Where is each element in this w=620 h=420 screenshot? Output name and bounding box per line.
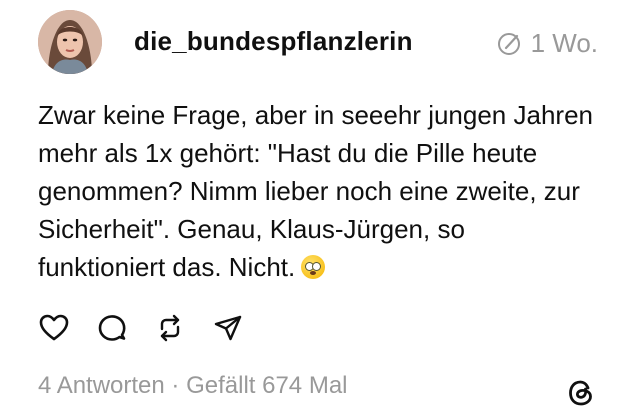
comment-icon (98, 315, 126, 341)
share-icon (214, 315, 242, 341)
username[interactable]: die_bundespflanzlerin (134, 26, 413, 57)
post-meta: 1 Wo. (497, 28, 598, 59)
threads-logo-icon (569, 380, 592, 406)
edited-icon (497, 32, 520, 55)
post-stats[interactable]: 4 Antworten · Gefällt 674 Mal (38, 372, 348, 400)
avatar-image (38, 10, 102, 74)
share-button[interactable] (212, 312, 244, 344)
post-body: Zwar keine Frage, aber in seeehr jungen … (38, 96, 598, 286)
reply-button[interactable] (96, 312, 128, 344)
action-bar (38, 312, 244, 344)
threads-logo[interactable] (564, 376, 598, 410)
avatar[interactable] (38, 10, 102, 74)
timestamp[interactable]: 1 Wo. (531, 28, 598, 59)
post-text: Zwar keine Frage, aber in seeehr jungen … (38, 100, 601, 282)
like-button[interactable] (38, 312, 70, 344)
flushed-face-emoji (301, 255, 326, 279)
heart-icon (39, 314, 69, 341)
repost-button[interactable] (154, 312, 186, 344)
repost-icon (160, 314, 180, 342)
